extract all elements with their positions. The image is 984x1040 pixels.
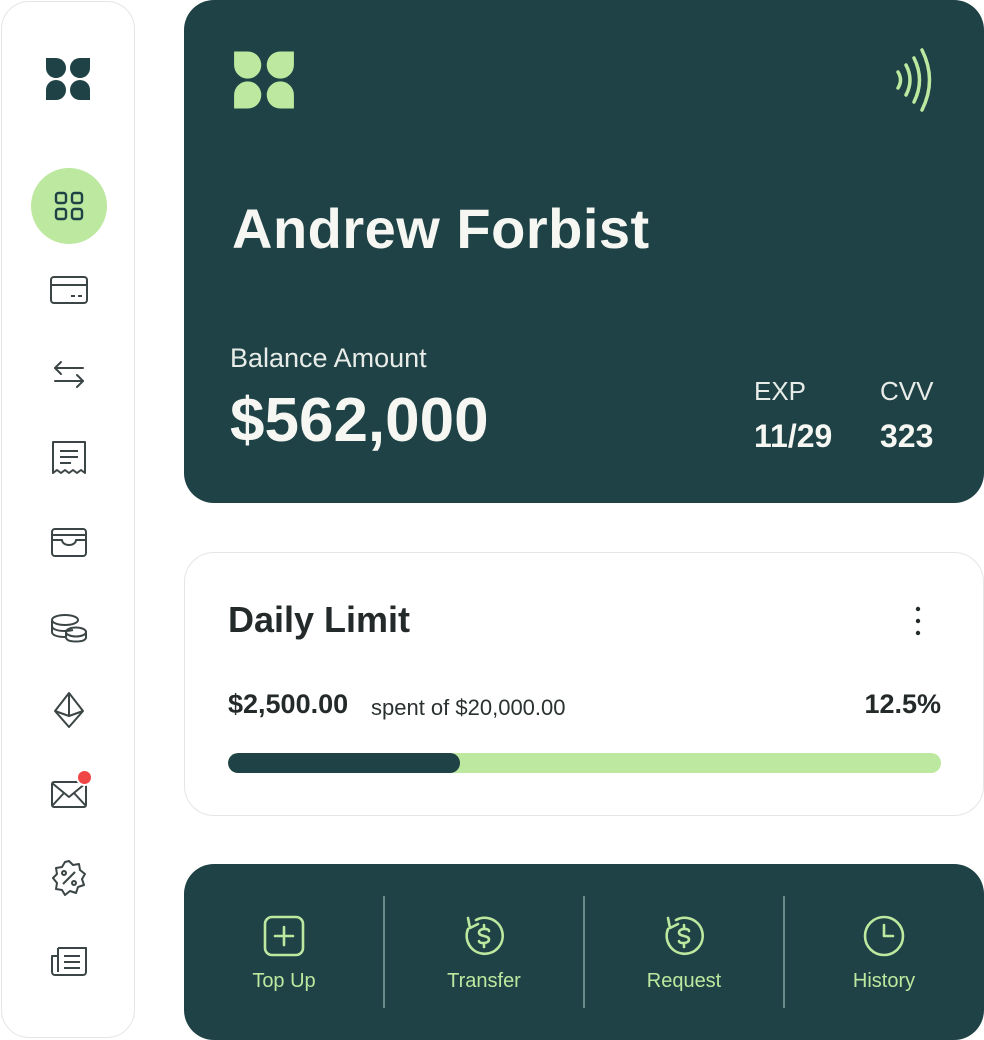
top-up-button[interactable]: Top Up <box>184 864 384 1040</box>
sidebar-item-wallet[interactable] <box>31 504 107 580</box>
sidebar-item-news[interactable] <box>31 924 107 1000</box>
discount-badge-icon <box>52 860 86 896</box>
cvv-label: CVV <box>880 376 934 406</box>
brand-logo-icon[interactable] <box>43 54 93 104</box>
coins-icon <box>51 614 87 643</box>
history-label: History <box>852 970 916 992</box>
transfer-label: Transfer <box>447 970 521 992</box>
cvv-value: 323 <box>880 418 934 454</box>
sidebar-item-crypto[interactable] <box>31 672 107 748</box>
limit-progress-bar <box>228 753 941 773</box>
dollar-refresh-icon <box>465 916 504 956</box>
daily-limit-panel: Daily Limit $2,500.00 spent of $20,000.0… <box>184 552 984 816</box>
ethereum-icon <box>54 692 84 728</box>
receipt-icon <box>52 441 86 474</box>
contactless-icon <box>896 48 932 112</box>
wallet-icon <box>51 528 87 557</box>
sidebar-item-coins[interactable] <box>31 588 107 664</box>
arrows-exchange-icon <box>54 361 84 388</box>
spent-amount: $2,500.00 <box>228 689 349 719</box>
grid-icon <box>54 191 84 221</box>
spent-of-text: spent of $20,000.00 <box>371 695 566 720</box>
sidebar <box>1 1 135 1038</box>
dollar-refresh-icon <box>665 916 704 956</box>
brand-logo-icon <box>234 51 294 109</box>
balance-card: Andrew Forbist Balance Amount $562,000 E… <box>184 0 984 503</box>
clock-icon <box>863 915 905 957</box>
newspaper-icon <box>51 947 87 976</box>
transfer-button[interactable]: Transfer <box>384 864 584 1040</box>
exp-value: 11/29 <box>754 418 833 454</box>
daily-limit-title: Daily Limit <box>228 599 411 640</box>
more-vertical-icon[interactable] <box>903 603 933 639</box>
limit-percent: 12.5% <box>864 689 941 719</box>
sidebar-item-transfers[interactable] <box>31 336 107 412</box>
card-holder-name: Andrew Forbist <box>232 197 650 260</box>
sidebar-item-cards[interactable] <box>31 252 107 328</box>
credit-card-icon <box>50 276 88 304</box>
plus-square-icon <box>263 915 305 957</box>
sidebar-item-messages[interactable] <box>31 756 107 832</box>
notification-dot <box>76 769 93 786</box>
quick-actions-bar: Top Up Transfer Request History <box>184 864 984 1040</box>
sidebar-item-discounts[interactable] <box>31 840 107 916</box>
history-button[interactable]: History <box>784 864 984 1040</box>
request-button[interactable]: Request <box>584 864 784 1040</box>
exp-label: EXP <box>754 376 807 406</box>
limit-progress-fill <box>228 753 460 773</box>
request-label: Request <box>646 970 722 992</box>
sidebar-item-dashboard[interactable] <box>31 168 107 244</box>
balance-value: $562,000 <box>230 386 489 455</box>
balance-label: Balance Amount <box>230 343 427 373</box>
sidebar-item-receipts[interactable] <box>31 420 107 496</box>
top-up-label: Top Up <box>252 970 316 992</box>
